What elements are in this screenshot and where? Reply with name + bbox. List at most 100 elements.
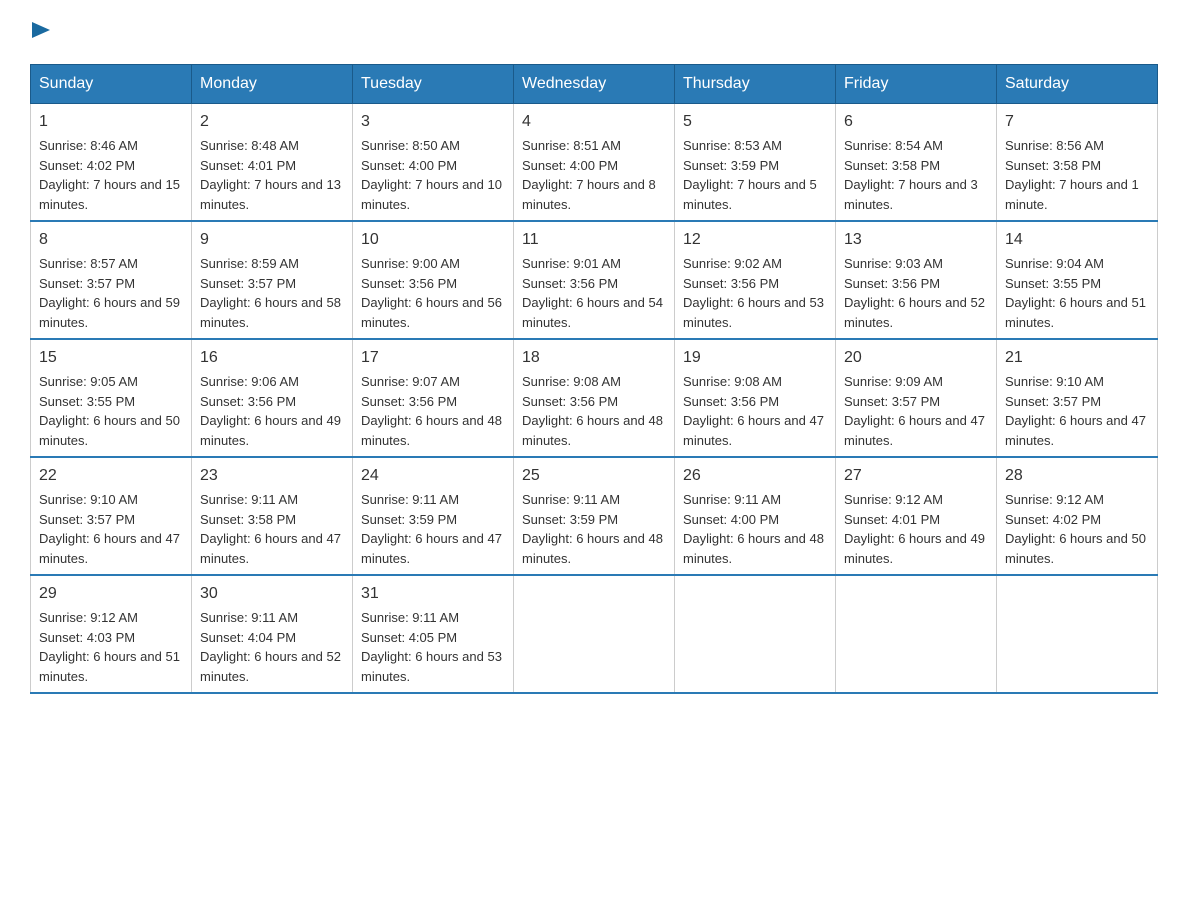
daylight: Daylight: 6 hours and 47 minutes.: [361, 531, 502, 566]
sunset: Sunset: 3:59 PM: [683, 158, 779, 173]
day-number: 27: [844, 464, 988, 488]
daylight: Daylight: 6 hours and 48 minutes.: [522, 413, 663, 448]
day-number: 31: [361, 582, 505, 606]
sunset: Sunset: 4:01 PM: [844, 512, 940, 527]
sunset: Sunset: 4:00 PM: [361, 158, 457, 173]
header-sunday: Sunday: [31, 65, 192, 104]
sunrise: Sunrise: 9:03 AM: [844, 256, 943, 271]
calendar-cell: 22Sunrise: 9:10 AMSunset: 3:57 PMDayligh…: [31, 457, 192, 575]
day-number: 18: [522, 346, 666, 370]
sunrise: Sunrise: 9:07 AM: [361, 374, 460, 389]
sunset: Sunset: 3:57 PM: [844, 394, 940, 409]
daylight: Daylight: 6 hours and 47 minutes.: [39, 531, 180, 566]
calendar-cell: 20Sunrise: 9:09 AMSunset: 3:57 PMDayligh…: [836, 339, 997, 457]
day-number: 28: [1005, 464, 1149, 488]
day-number: 11: [522, 228, 666, 252]
sunset: Sunset: 3:58 PM: [1005, 158, 1101, 173]
header-saturday: Saturday: [997, 65, 1158, 104]
day-number: 4: [522, 110, 666, 134]
sunset: Sunset: 3:59 PM: [361, 512, 457, 527]
sunrise: Sunrise: 8:59 AM: [200, 256, 299, 271]
calendar-cell: 8Sunrise: 8:57 AMSunset: 3:57 PMDaylight…: [31, 221, 192, 339]
day-number: 15: [39, 346, 183, 370]
sunset: Sunset: 3:58 PM: [844, 158, 940, 173]
day-number: 17: [361, 346, 505, 370]
daylight: Daylight: 6 hours and 53 minutes.: [361, 649, 502, 684]
sunrise: Sunrise: 9:09 AM: [844, 374, 943, 389]
daylight: Daylight: 7 hours and 15 minutes.: [39, 177, 180, 212]
day-number: 9: [200, 228, 344, 252]
calendar-cell: 21Sunrise: 9:10 AMSunset: 3:57 PMDayligh…: [997, 339, 1158, 457]
sunrise: Sunrise: 9:11 AM: [361, 610, 459, 625]
daylight: Daylight: 6 hours and 52 minutes.: [200, 649, 341, 684]
day-number: 21: [1005, 346, 1149, 370]
daylight: Daylight: 7 hours and 13 minutes.: [200, 177, 341, 212]
daylight: Daylight: 6 hours and 51 minutes.: [1005, 295, 1146, 330]
sunrise: Sunrise: 9:12 AM: [39, 610, 138, 625]
header-monday: Monday: [192, 65, 353, 104]
sunrise: Sunrise: 9:12 AM: [844, 492, 943, 507]
sunset: Sunset: 3:56 PM: [361, 394, 457, 409]
sunrise: Sunrise: 8:46 AM: [39, 138, 138, 153]
calendar-cell: 5Sunrise: 8:53 AMSunset: 3:59 PMDaylight…: [675, 104, 836, 222]
day-number: 30: [200, 582, 344, 606]
daylight: Daylight: 6 hours and 49 minutes.: [200, 413, 341, 448]
sunset: Sunset: 4:02 PM: [39, 158, 135, 173]
calendar-cell: 18Sunrise: 9:08 AMSunset: 3:56 PMDayligh…: [514, 339, 675, 457]
calendar-cell: 4Sunrise: 8:51 AMSunset: 4:00 PMDaylight…: [514, 104, 675, 222]
sunrise: Sunrise: 9:01 AM: [522, 256, 621, 271]
daylight: Daylight: 7 hours and 1 minute.: [1005, 177, 1139, 212]
calendar-cell: 2Sunrise: 8:48 AMSunset: 4:01 PMDaylight…: [192, 104, 353, 222]
daylight: Daylight: 6 hours and 53 minutes.: [683, 295, 824, 330]
calendar-cell: 23Sunrise: 9:11 AMSunset: 3:58 PMDayligh…: [192, 457, 353, 575]
daylight: Daylight: 6 hours and 58 minutes.: [200, 295, 341, 330]
sunrise: Sunrise: 9:11 AM: [522, 492, 620, 507]
sunrise: Sunrise: 9:08 AM: [522, 374, 621, 389]
calendar-week-1: 1 Sunrise: 8:46 AM Sunset: 4:02 PM Daylight…: [31, 104, 1158, 222]
calendar-cell: 30 Sunrise: 9:11 AM Sunset: 4:04 PM Dayligh…: [192, 575, 353, 693]
day-number: 1: [39, 110, 183, 134]
daylight: Daylight: 6 hours and 50 minutes.: [1005, 531, 1146, 566]
page-header: [30, 20, 1158, 44]
sunrise: Sunrise: 9:11 AM: [200, 610, 298, 625]
sunset: Sunset: 4:00 PM: [522, 158, 618, 173]
calendar-cell: [514, 575, 675, 693]
day-number: 7: [1005, 110, 1149, 134]
day-number: 10: [361, 228, 505, 252]
sunset: Sunset: 4:05 PM: [361, 630, 457, 645]
daylight: Daylight: 6 hours and 48 minutes.: [683, 531, 824, 566]
calendar-cell: 24Sunrise: 9:11 AMSunset: 3:59 PMDayligh…: [353, 457, 514, 575]
sunset: Sunset: 3:57 PM: [1005, 394, 1101, 409]
header-thursday: Thursday: [675, 65, 836, 104]
calendar-cell: 9Sunrise: 8:59 AMSunset: 3:57 PMDaylight…: [192, 221, 353, 339]
sunrise: Sunrise: 9:10 AM: [39, 492, 138, 507]
sunrise: Sunrise: 8:56 AM: [1005, 138, 1104, 153]
sunrise: Sunrise: 9:08 AM: [683, 374, 782, 389]
header-wednesday: Wednesday: [514, 65, 675, 104]
calendar-cell: 19Sunrise: 9:08 AMSunset: 3:56 PMDayligh…: [675, 339, 836, 457]
calendar-cell: 12Sunrise: 9:02 AMSunset: 3:56 PMDayligh…: [675, 221, 836, 339]
calendar-cell: 3Sunrise: 8:50 AMSunset: 4:00 PMDaylight…: [353, 104, 514, 222]
sunset: Sunset: 3:57 PM: [39, 512, 135, 527]
calendar-cell: 17Sunrise: 9:07 AMSunset: 3:56 PMDayligh…: [353, 339, 514, 457]
sunset: Sunset: 3:55 PM: [1005, 276, 1101, 291]
day-number: 6: [844, 110, 988, 134]
logo: [30, 20, 50, 44]
daylight: Daylight: 6 hours and 54 minutes.: [522, 295, 663, 330]
sunrise: Sunrise: 9:11 AM: [683, 492, 781, 507]
sunrise: Sunrise: 9:05 AM: [39, 374, 138, 389]
day-number: 19: [683, 346, 827, 370]
calendar-cell: [836, 575, 997, 693]
day-number: 29: [39, 582, 183, 606]
calendar-week-3: 15Sunrise: 9:05 AMSunset: 3:55 PMDayligh…: [31, 339, 1158, 457]
daylight: Daylight: 7 hours and 3 minutes.: [844, 177, 978, 212]
sunset: Sunset: 4:04 PM: [200, 630, 296, 645]
day-number: 3: [361, 110, 505, 134]
calendar-cell: [675, 575, 836, 693]
calendar-cell: 13Sunrise: 9:03 AMSunset: 3:56 PMDayligh…: [836, 221, 997, 339]
daylight: Daylight: 6 hours and 52 minutes.: [844, 295, 985, 330]
daylight: Daylight: 6 hours and 56 minutes.: [361, 295, 502, 330]
sunrise: Sunrise: 8:54 AM: [844, 138, 943, 153]
day-number: 26: [683, 464, 827, 488]
calendar-cell: 26Sunrise: 9:11 AMSunset: 4:00 PMDayligh…: [675, 457, 836, 575]
